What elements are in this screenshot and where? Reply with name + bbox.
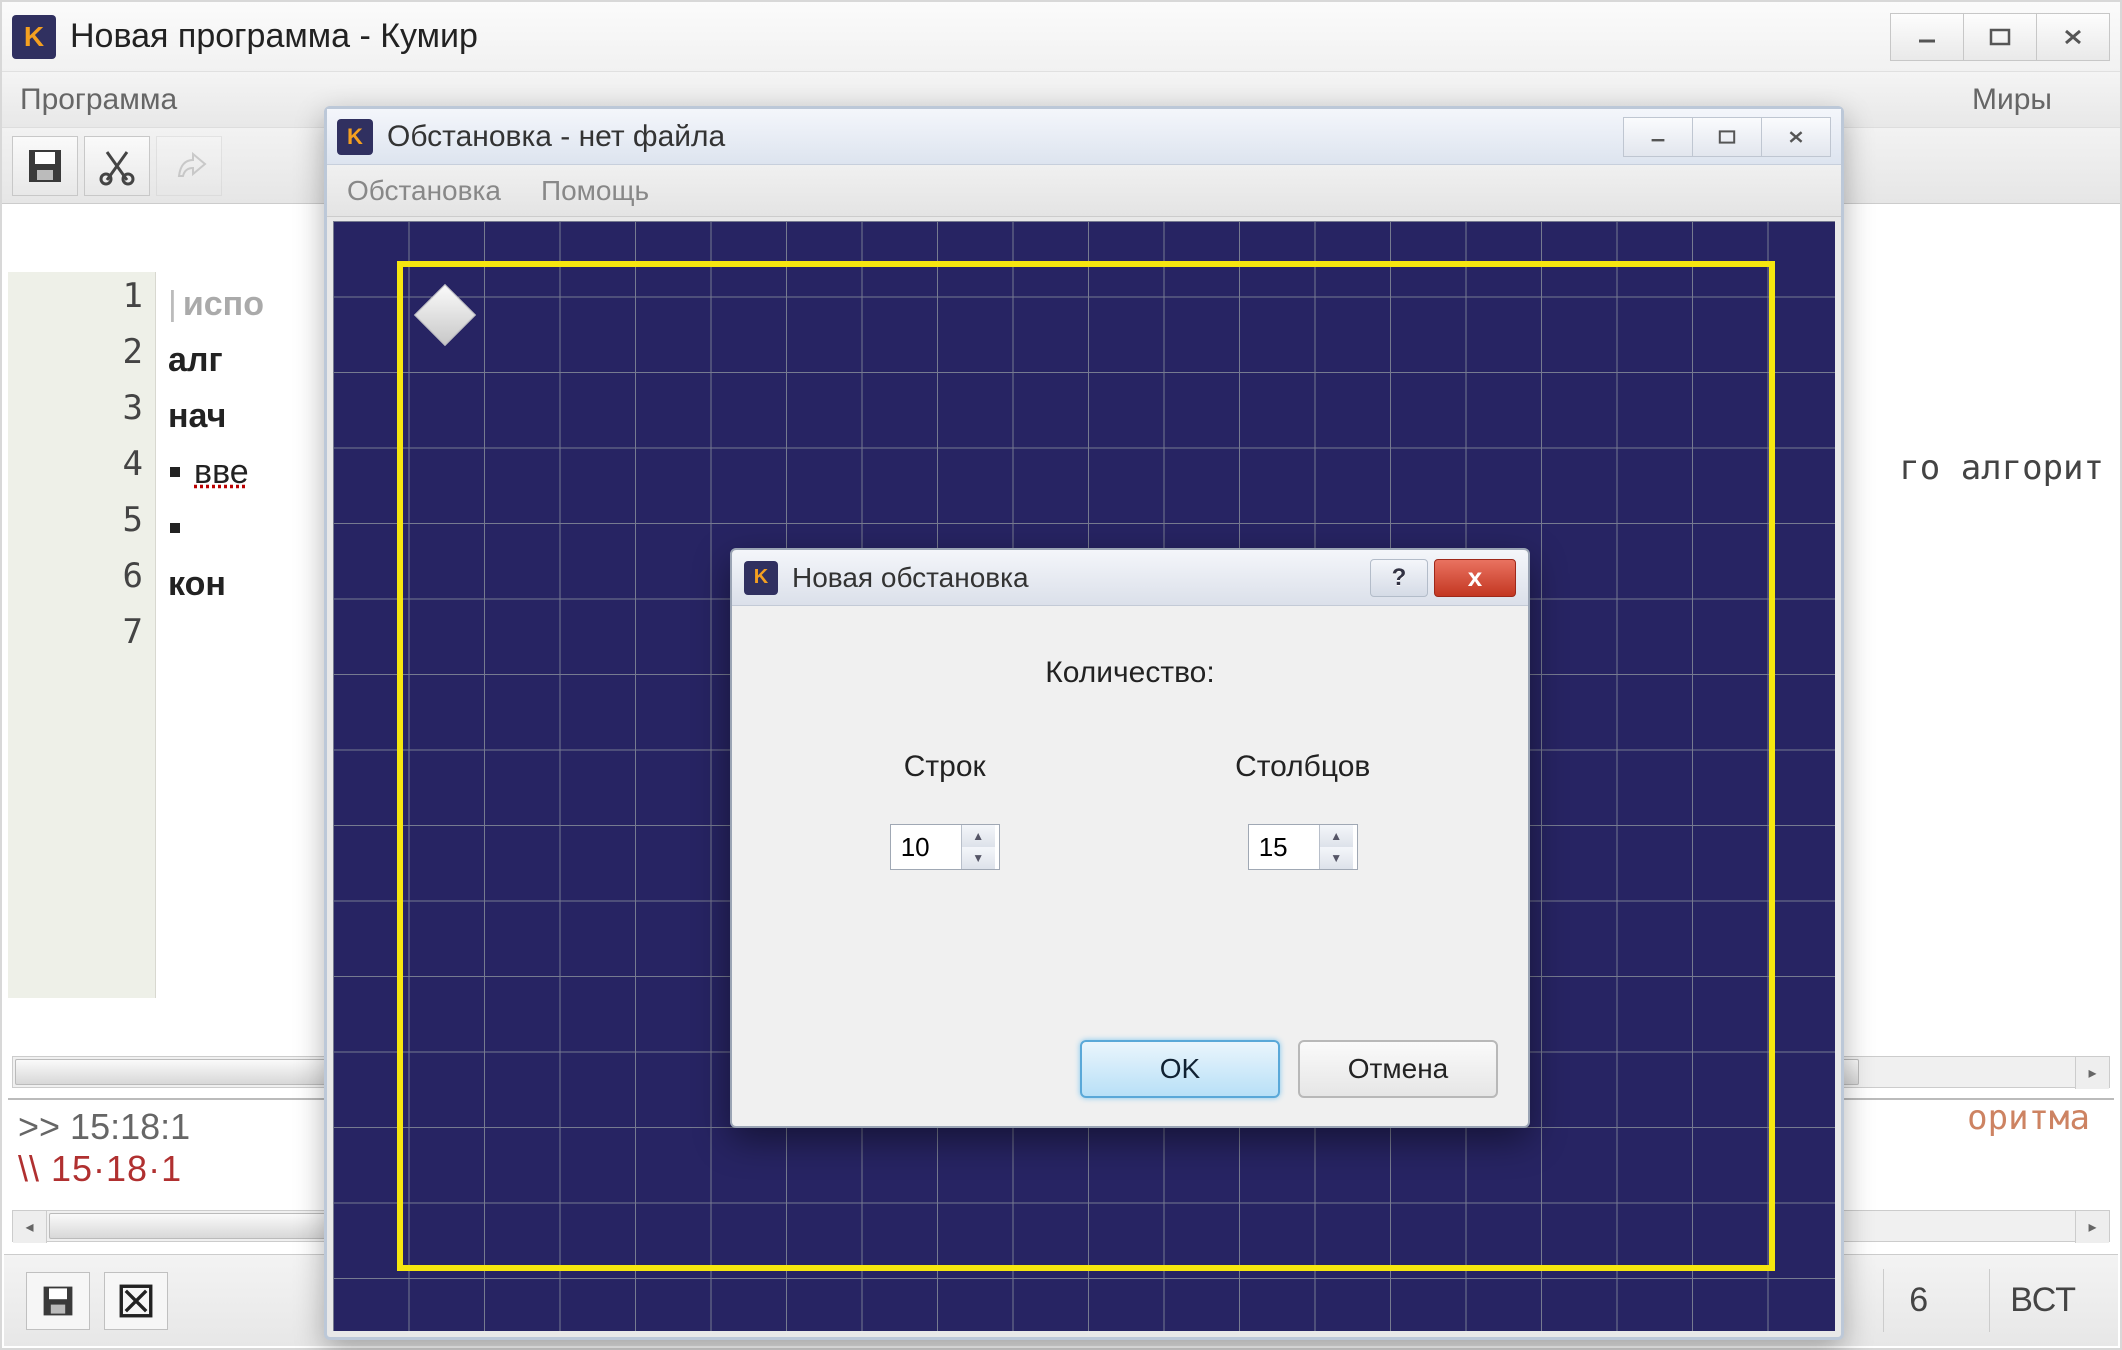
menu-worlds[interactable]: Миры (1972, 83, 2052, 117)
status-save-icon[interactable] (26, 1272, 90, 1330)
line-number-gutter: 1 2 3 4 5 6 7 (8, 272, 156, 998)
close-button[interactable] (2036, 13, 2110, 61)
rows-label: Строк (904, 750, 986, 784)
status-mode: ВСТ (1989, 1269, 2096, 1332)
main-window-title: Новая программа - Кумир (70, 17, 478, 56)
window-controls (1624, 117, 1831, 157)
dialog-help-button[interactable]: ? (1370, 559, 1428, 597)
ok-button[interactable]: OK (1080, 1040, 1280, 1098)
maximize-button[interactable] (1963, 13, 2037, 61)
status-x-icon[interactable] (104, 1272, 168, 1330)
cols-input[interactable] (1249, 825, 1319, 869)
minimize-button[interactable] (1623, 117, 1693, 157)
app-k-icon: K (337, 119, 373, 155)
scroll-right-button[interactable]: ▸ (2075, 1057, 2109, 1089)
cols-spinner[interactable]: ▲▼ (1248, 824, 1358, 870)
cols-label: Столбцов (1235, 750, 1370, 784)
menu-program[interactable]: Программа (20, 83, 177, 117)
dialog-titlebar[interactable]: K Новая обстановка ? x (732, 550, 1528, 606)
minimize-button[interactable] (1890, 13, 1964, 61)
save-button[interactable] (12, 136, 78, 196)
new-environment-dialog: K Новая обстановка ? x Количество: Строк… (730, 548, 1530, 1128)
menu-environment[interactable]: Обстановка (347, 175, 501, 207)
scroll-right-button[interactable]: ▸ (2075, 1211, 2109, 1243)
dialog-heading: Количество: (772, 656, 1488, 690)
rows-input[interactable] (891, 825, 961, 869)
cancel-button[interactable]: Отмена (1298, 1040, 1498, 1098)
window-controls (1891, 13, 2110, 61)
spin-down-icon[interactable]: ▼ (1320, 847, 1353, 869)
tool-disabled-button (156, 136, 222, 196)
spin-up-icon[interactable]: ▲ (1320, 825, 1353, 847)
app-k-icon: K (12, 15, 56, 59)
close-button[interactable] (1761, 117, 1831, 157)
console-overflow-text: оритма (1967, 1098, 2090, 1138)
code-overflow-text: го алгорит (1899, 448, 2104, 488)
dialog-title: Новая обстановка (792, 562, 1029, 594)
maximize-button[interactable] (1692, 117, 1762, 157)
dialog-close-button[interactable]: x (1434, 559, 1516, 597)
main-titlebar: K Новая программа - Кумир (2, 2, 2120, 72)
dialog-body: Количество: Строк ▲▼ Столбцов ▲▼ (732, 606, 1528, 930)
spin-up-icon[interactable]: ▲ (962, 825, 995, 847)
app-k-icon: K (744, 561, 778, 595)
status-number: 6 (1883, 1269, 1953, 1332)
rows-spinner[interactable]: ▲▼ (890, 824, 1000, 870)
cut-button[interactable] (84, 136, 150, 196)
spin-down-icon[interactable]: ▼ (962, 847, 995, 869)
environment-menubar: Обстановка Помощь (327, 165, 1841, 217)
scroll-left-button[interactable]: ◂ (13, 1211, 47, 1243)
environment-window-title: Обстановка - нет файла (387, 120, 725, 154)
menu-help[interactable]: Помощь (541, 175, 649, 207)
environment-titlebar[interactable]: K Обстановка - нет файла (327, 109, 1841, 165)
